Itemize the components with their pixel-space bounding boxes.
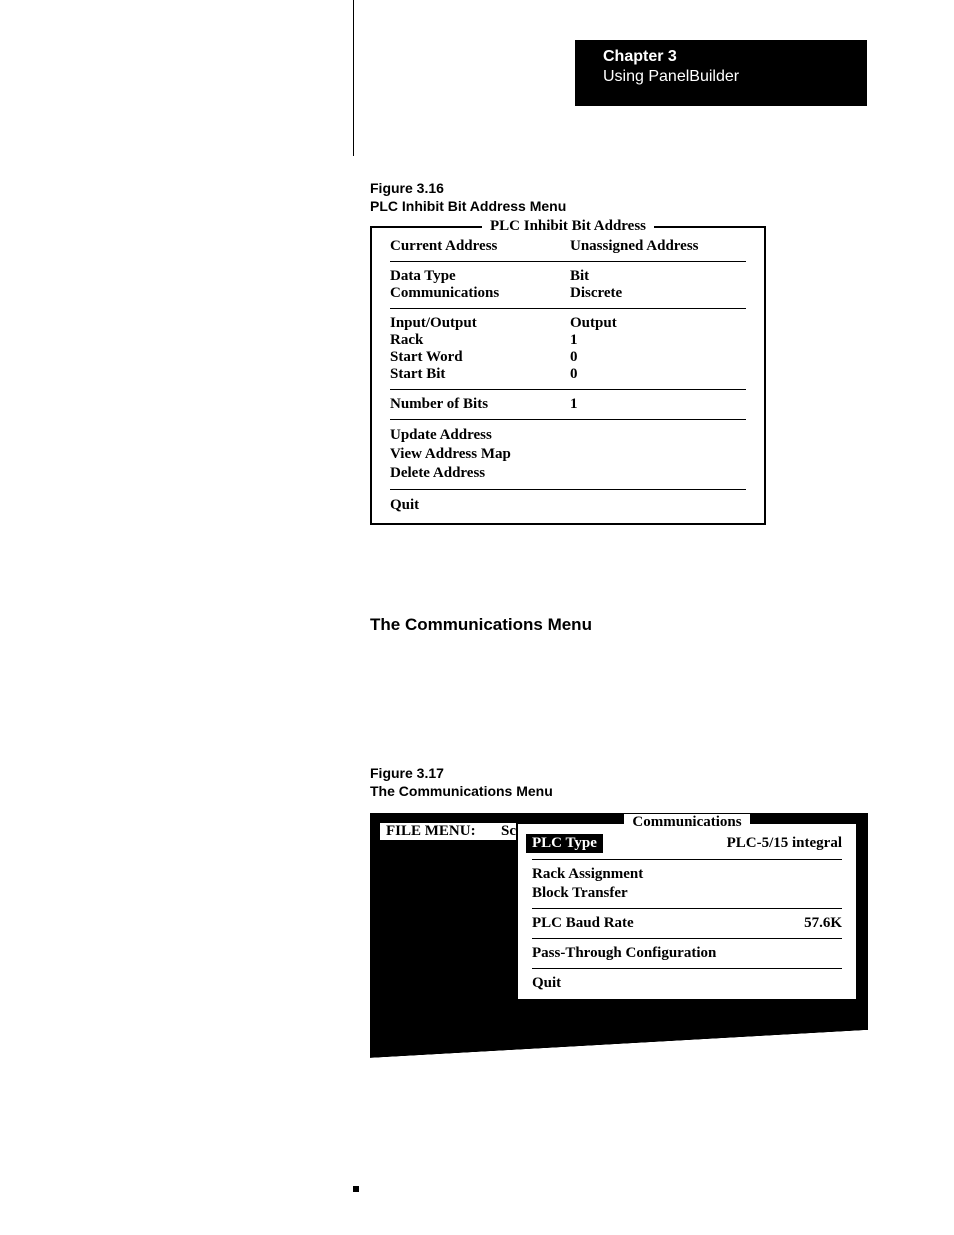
data-type-value: Bit [570,268,589,285]
rack-assignment-item[interactable]: Rack Assignment [532,865,842,884]
divider [390,389,746,390]
current-address-value: Unassigned Address [570,238,699,255]
plc-type-row[interactable]: PLC Type PLC-5/15 integral [532,834,842,854]
view-address-map-item[interactable]: View Address Map [390,445,746,464]
section-title: The Communications Menu [370,615,870,635]
communications-row: Communications Discrete [390,285,746,302]
file-menu-label: FILE MENU: [386,823,476,840]
divider [390,489,746,490]
rack-value: 1 [570,332,578,349]
figure-label-2: Figure 3.17 [370,765,870,781]
plc-type-value: PLC-5/15 integral [727,835,842,853]
divider [532,968,842,969]
communications-label: Communications [390,285,570,302]
rack-label: Rack [390,332,570,349]
data-type-label: Data Type [390,268,570,285]
figure-title: PLC Inhibit Bit Address Menu [370,198,870,214]
data-type-row: Data Type Bit [390,268,746,285]
io-row: Input/Output Output [390,315,746,332]
plc-type-label: PLC Type [526,834,603,853]
figure-label: Figure 3.16 [370,180,870,196]
num-bits-row: Number of Bits 1 [390,396,746,413]
menu-box-title: PLC Inhibit Bit Address [482,218,654,234]
figure-title-2: The Communications Menu [370,783,870,799]
num-bits-label: Number of Bits [390,396,570,413]
start-word-value: 0 [570,349,578,366]
current-address-label: Current Address [390,238,570,255]
vertical-rule [353,0,354,156]
start-word-label: Start Word [390,349,570,366]
start-bit-label: Start Bit [390,366,570,383]
file-menu-bar: FILE MENU: Sc [380,823,522,840]
divider [532,938,842,939]
divider [390,419,746,420]
rack-row: Rack 1 [390,332,746,349]
baud-rate-value: 57.6K [804,915,842,932]
divider [532,859,842,860]
chapter-subtitle: Using PanelBuilder [603,68,867,86]
pass-through-item[interactable]: Pass-Through Configuration [532,944,842,963]
comm-quit-item[interactable]: Quit [532,974,842,993]
start-bit-row: Start Bit 0 [390,366,746,383]
num-bits-value: 1 [570,396,578,413]
io-label: Input/Output [390,315,570,332]
screenshot-frame: FILE MENU: Sc Communications PLC Type PL… [370,813,868,1058]
io-value: Output [570,315,617,332]
baud-rate-label: PLC Baud Rate [532,915,634,932]
divider [532,908,842,909]
communications-menu-box: Communications PLC Type PLC-5/15 integra… [516,822,858,1001]
baud-rate-row[interactable]: PLC Baud Rate 57.6K [532,914,842,933]
delete-address-item[interactable]: Delete Address [390,464,746,483]
comm-box-title: Communications [624,814,749,830]
communications-value: Discrete [570,285,622,302]
square-marker-icon [353,1186,359,1192]
divider [390,308,746,309]
current-address-row: Current Address Unassigned Address [390,238,746,255]
chapter-number: Chapter 3 [603,48,867,66]
start-word-row: Start Word 0 [390,349,746,366]
quit-item[interactable]: Quit [390,496,746,515]
plc-inhibit-menu-box: PLC Inhibit Bit Address Current Address … [370,226,766,525]
block-transfer-item[interactable]: Block Transfer [532,884,842,903]
divider [390,261,746,262]
update-address-item[interactable]: Update Address [390,426,746,445]
chapter-header: Chapter 3 Using PanelBuilder [575,40,867,106]
file-menu-suffix: Sc [501,823,516,840]
start-bit-value: 0 [570,366,578,383]
